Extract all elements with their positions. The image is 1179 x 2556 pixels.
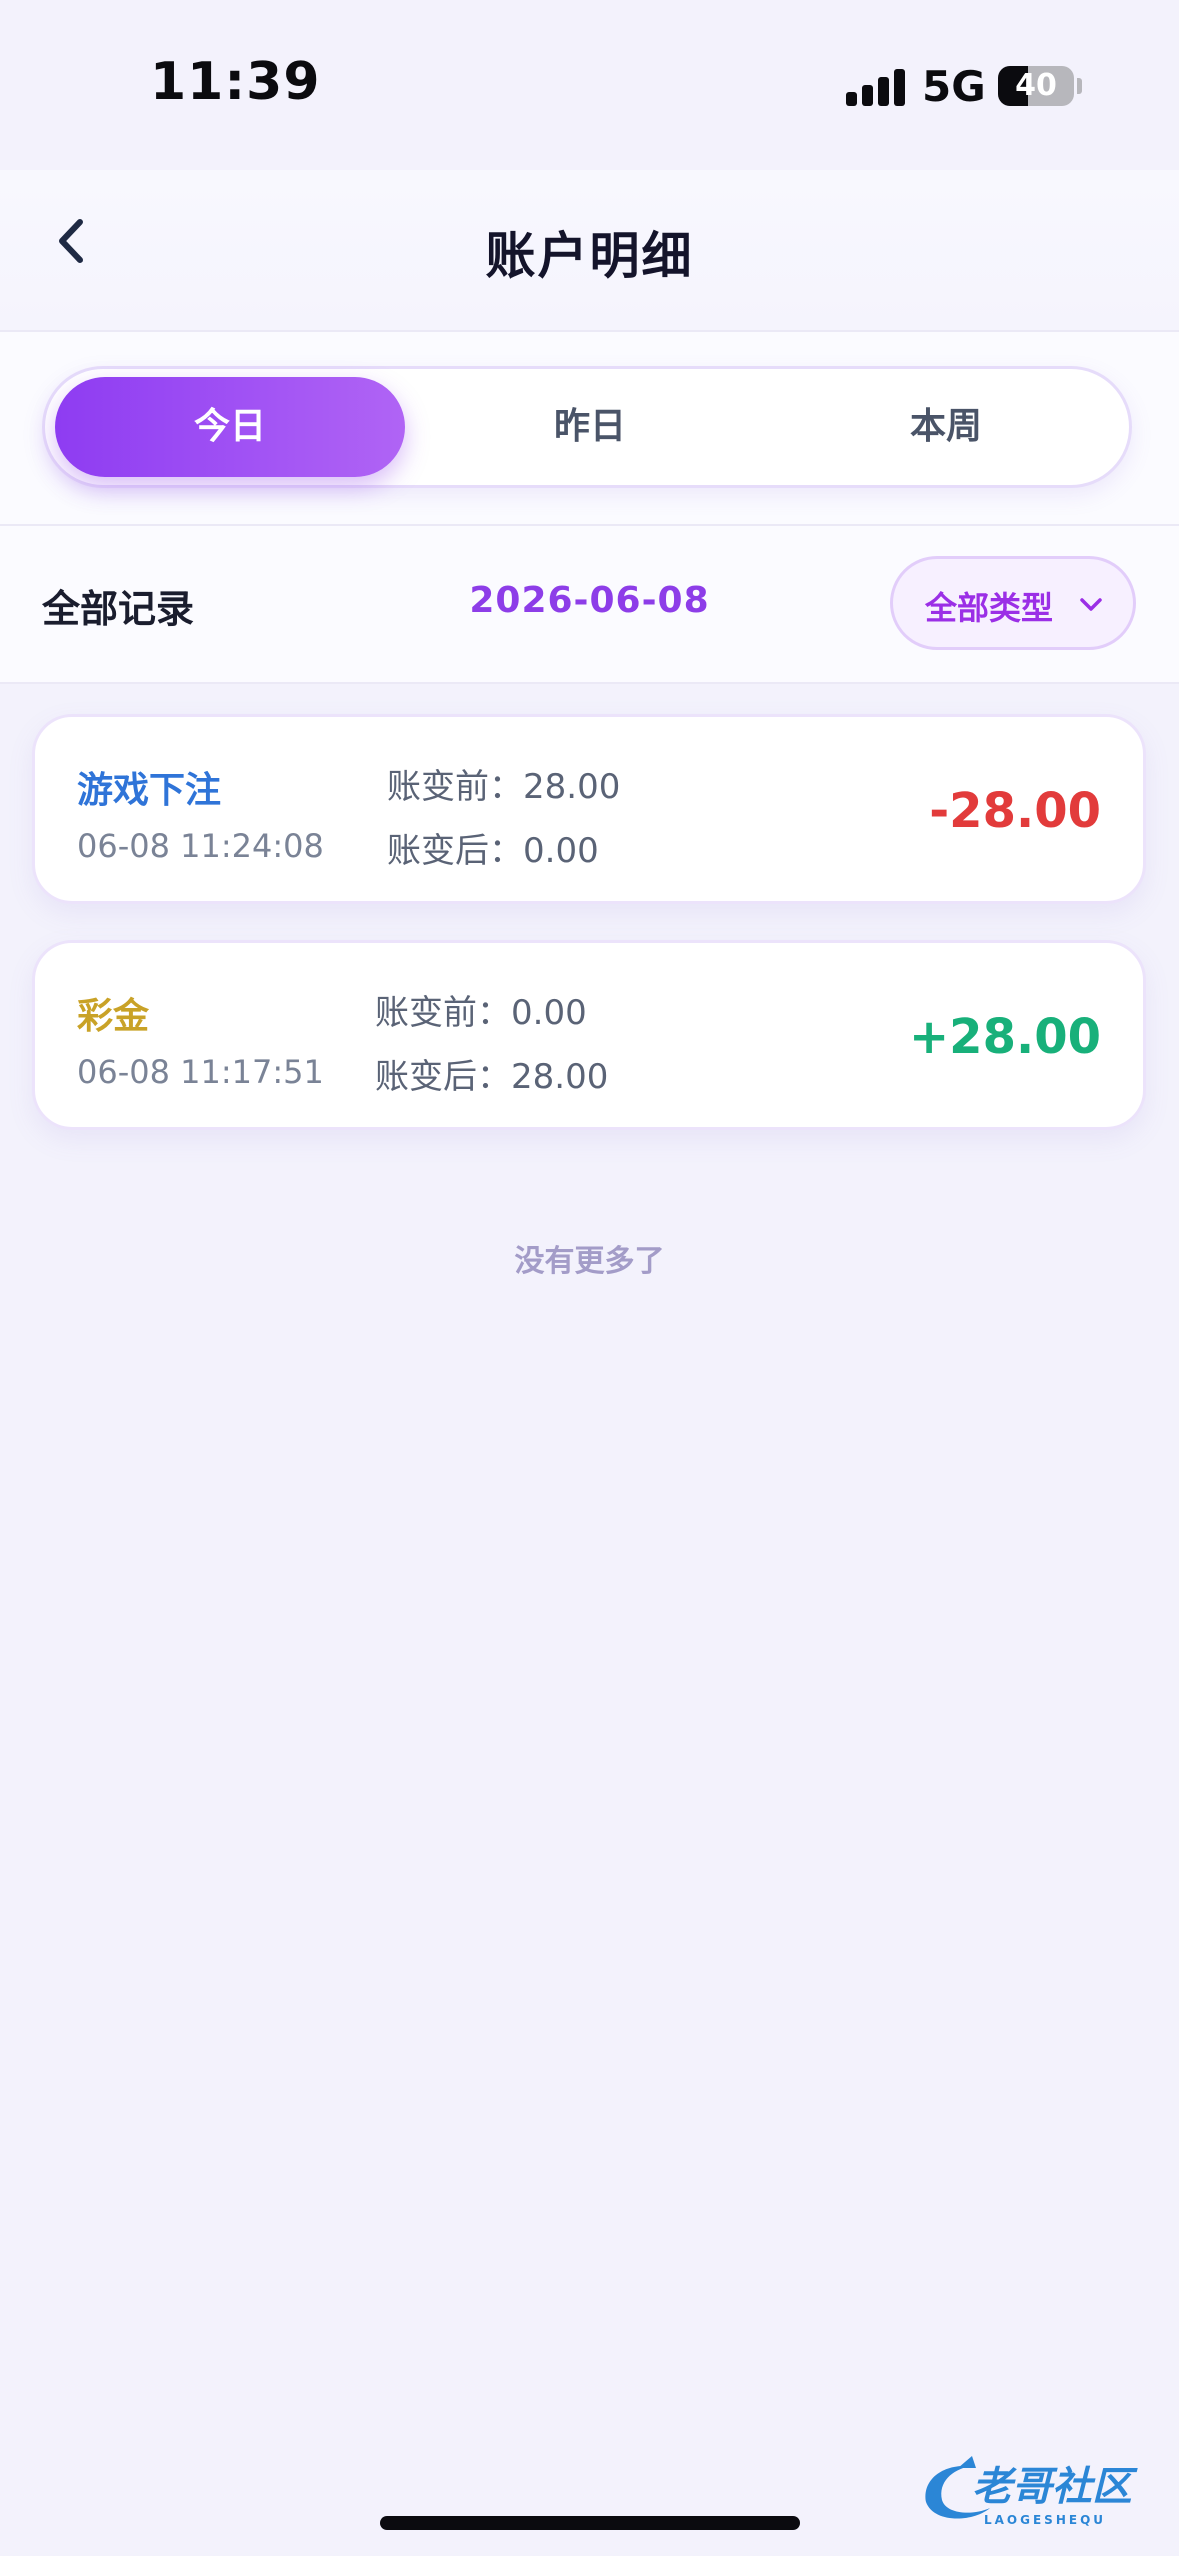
- balance-before: 账变前：0.00: [375, 985, 587, 1034]
- balance-before-label: 账变前：: [387, 767, 523, 807]
- watermark-logo: 老哥社区 LAOGESHEQU: [912, 2448, 1168, 2532]
- balance-before-value: 0.00: [511, 993, 587, 1033]
- type-select-label: 全部类型: [925, 589, 1054, 627]
- balance-before: 账变前：28.00: [387, 759, 620, 808]
- no-more-text: 没有更多了: [514, 1244, 665, 1279]
- network-type: 5G: [922, 62, 986, 111]
- nav-header: 账户明细: [0, 170, 1179, 332]
- home-indicator: [380, 2516, 800, 2530]
- record-type: 游戏下注: [77, 770, 222, 811]
- date-tabs: 今日 昨日 本周: [42, 366, 1132, 488]
- balance-after: 账变后：0.00: [387, 823, 599, 872]
- record-time: 06-08 11:17:51: [77, 1053, 324, 1091]
- record-card[interactable]: 游戏下注 06-08 11:24:08 账变前：28.00 账变后：0.00 -…: [32, 714, 1146, 904]
- tab-yesterday[interactable]: 昨日: [415, 377, 765, 477]
- tabs-section: 今日 昨日 本周: [0, 332, 1179, 526]
- cellular-signal-icon: [846, 66, 906, 106]
- tab-today[interactable]: 今日: [55, 377, 405, 477]
- dragon-logo-icon: 老哥社区 LAOGESHEQU: [925, 2456, 1138, 2527]
- balance-after-value: 28.00: [511, 1057, 609, 1097]
- record-time: 06-08 11:24:08: [77, 827, 324, 865]
- balance-before-label: 账变前：: [375, 993, 511, 1033]
- page-title: 账户明细: [485, 227, 694, 285]
- filter-bar: 全部记录 2026-06-08 全部类型: [0, 526, 1179, 684]
- status-bar: 11:39 5G 40: [0, 0, 1179, 170]
- battery-cap: [1077, 78, 1082, 94]
- record-card[interactable]: 彩金 06-08 11:17:51 账变前：0.00 账变后：28.00 +28…: [32, 940, 1146, 1130]
- chevron-down-icon: [1080, 598, 1102, 611]
- balance-before-value: 28.00: [523, 767, 621, 807]
- status-time: 11:39: [150, 52, 321, 112]
- record-type: 彩金: [77, 996, 150, 1037]
- balance-after: 账变后：28.00: [375, 1049, 608, 1098]
- svg-text:老哥社区: 老哥社区: [972, 2464, 1138, 2510]
- balance-after-label: 账变后：: [375, 1057, 511, 1097]
- svg-text:LAOGESHEQU: LAOGESHEQU: [984, 2513, 1106, 2527]
- balance-after-label: 账变后：: [387, 831, 523, 871]
- record-amount: +28.00: [908, 1009, 1101, 1065]
- battery-icon: 40: [998, 66, 1074, 106]
- balance-after-value: 0.00: [523, 831, 599, 871]
- tab-this-week[interactable]: 本周: [771, 377, 1121, 477]
- battery-level: 40: [1015, 68, 1057, 103]
- record-amount: -28.00: [929, 783, 1101, 839]
- type-select-dropdown[interactable]: 全部类型: [890, 556, 1136, 650]
